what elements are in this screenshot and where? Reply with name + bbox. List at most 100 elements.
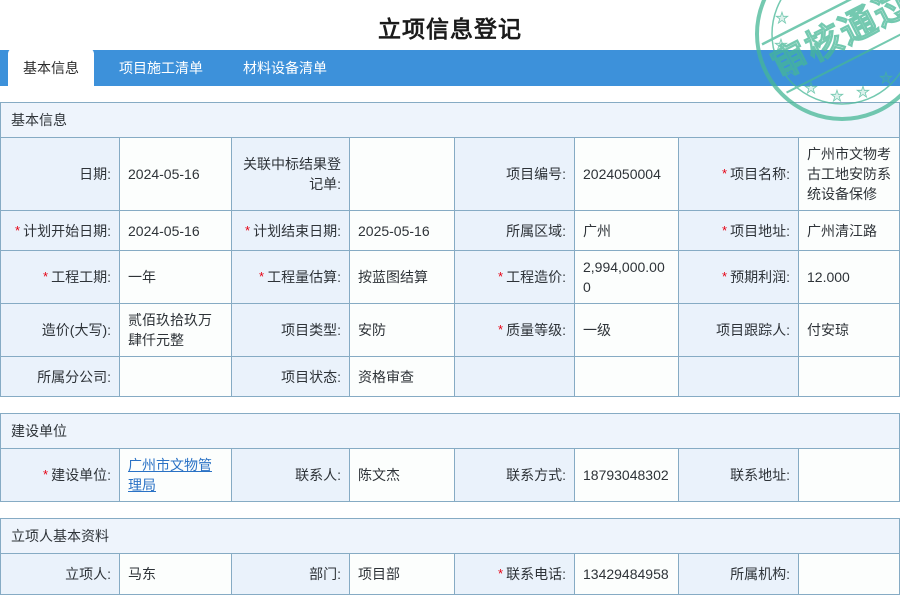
field-label-text: 计划结束日期: <box>253 221 341 241</box>
field-label: 造价(大写): <box>1 303 119 356</box>
tab-basic-info[interactable]: 基本信息 <box>8 48 94 87</box>
field-label: *计划开始日期: <box>1 210 119 250</box>
field-label-text: 所属机构: <box>730 564 790 584</box>
fields-grid: 立项人: 马东 部门: 项目部 *联系电话: 13429484958 所属机构: <box>1 554 899 594</box>
field-label <box>678 356 798 396</box>
field-label-text: 造价(大写): <box>42 320 111 340</box>
field-value <box>798 356 899 396</box>
field-label: *预期利润: <box>678 250 798 303</box>
field-label-text: 工程工期: <box>51 267 111 287</box>
field-value: 资格审查 <box>349 356 454 396</box>
field-value <box>574 356 678 396</box>
field-value: 2,994,000.000 <box>574 250 678 303</box>
field-value: 马东 <box>119 554 231 594</box>
field-label: 所属区域: <box>454 210 574 250</box>
field-value <box>349 138 454 210</box>
field-label: 项目状态: <box>231 356 349 396</box>
field-label: *建设单位: <box>1 449 119 501</box>
field-label: 联系地址: <box>678 449 798 501</box>
field-label: 项目类型: <box>231 303 349 356</box>
required-asterisk: * <box>722 221 727 241</box>
field-label-text: 联系电话: <box>506 564 566 584</box>
field-label: 项目编号: <box>454 138 574 210</box>
field-value: 安防 <box>349 303 454 356</box>
field-label: 日期: <box>1 138 119 210</box>
field-label-text: 计划开始日期: <box>23 221 111 241</box>
field-value: 12.000 <box>798 250 899 303</box>
field-label-text: 关联中标结果登记单: <box>240 154 341 194</box>
section-panel: 建设单位*建设单位:广州市文物管理局联系人:陈文杰联系方式:1879304830… <box>0 413 900 502</box>
field-value: 广州 <box>574 210 678 250</box>
fields-grid: *建设单位:广州市文物管理局联系人:陈文杰联系方式:18793048302联系地… <box>1 449 899 501</box>
field-label: *项目名称: <box>678 138 798 210</box>
required-asterisk: * <box>722 267 727 287</box>
field-value: 广州市文物考古工地安防系统设备保修 <box>798 138 899 210</box>
field-value: 一级 <box>574 303 678 356</box>
field-label: *工程造价: <box>454 250 574 303</box>
section-header: 建设单位 <box>1 414 899 449</box>
tab-construction-list[interactable]: 项目施工清单 <box>104 50 218 86</box>
field-label: 立项人: <box>1 554 119 594</box>
field-value: 13429484958 <box>574 554 678 594</box>
field-label-text: 项目跟踪人: <box>716 320 790 340</box>
section-panel: 立项人基本资料立项人: 马东 部门: 项目部 *联系电话: 13429484958 所属机构… <box>0 518 900 595</box>
required-asterisk: * <box>498 267 503 287</box>
field-value: 项目部 <box>349 554 454 594</box>
section-header: 基本信息 <box>1 103 899 138</box>
field-value <box>798 449 899 501</box>
field-value: 2024-05-16 <box>119 210 231 250</box>
section-panel: 基本信息日期: 2024-05-16关联中标结果登记单: 项目编号: 20240500… <box>0 102 900 397</box>
field-value: 2025-05-16 <box>349 210 454 250</box>
field-label-text: 联系方式: <box>506 465 566 485</box>
required-asterisk: * <box>722 164 727 184</box>
field-value: 2024050004 <box>574 138 678 210</box>
field-label: *工程工期: <box>1 250 119 303</box>
field-value <box>119 356 231 396</box>
field-label <box>454 356 574 396</box>
required-asterisk: * <box>43 465 48 485</box>
field-value: 广州清江路 <box>798 210 899 250</box>
page-title: 立项信息登记 <box>0 0 900 50</box>
field-label-text: 项目类型: <box>281 320 341 340</box>
field-label: *项目地址: <box>678 210 798 250</box>
field-value: 一年 <box>119 250 231 303</box>
field-label: 部门: <box>231 554 349 594</box>
required-asterisk: * <box>245 221 250 241</box>
required-asterisk: * <box>498 564 503 584</box>
field-value: 付安琼 <box>798 303 899 356</box>
field-value: 2024-05-16 <box>119 138 231 210</box>
field-label: *质量等级: <box>454 303 574 356</box>
field-label-text: 预期利润: <box>730 267 790 287</box>
field-label: 项目跟踪人: <box>678 303 798 356</box>
section-header: 立项人基本资料 <box>1 519 899 554</box>
construction-unit-link[interactable]: 广州市文物管理局 <box>128 455 223 495</box>
tab-bar: 基本信息 项目施工清单 材料设备清单 <box>0 50 900 86</box>
field-label: *计划结束日期: <box>231 210 349 250</box>
field-label-text: 日期: <box>79 164 111 184</box>
field-label: 联系方式: <box>454 449 574 501</box>
field-label: 关联中标结果登记单: <box>231 138 349 210</box>
field-value: 按蓝图结算 <box>349 250 454 303</box>
field-value: 陈文杰 <box>349 449 454 501</box>
field-label-text: 工程造价: <box>506 267 566 287</box>
field-label-text: 项目编号: <box>506 164 566 184</box>
field-value: 18793048302 <box>574 449 678 501</box>
field-label: 所属机构: <box>678 554 798 594</box>
field-label-text: 项目状态: <box>281 367 341 387</box>
field-label-text: 项目地址: <box>730 221 790 241</box>
field-label-text: 工程量估算: <box>267 267 341 287</box>
tab-material-equipment-list[interactable]: 材料设备清单 <box>228 50 342 86</box>
field-label-text: 项目名称: <box>730 164 790 184</box>
field-value: 贰佰玖拾玖万肆仟元整 <box>119 303 231 356</box>
field-label-text: 质量等级: <box>506 320 566 340</box>
field-label-text: 立项人: <box>65 564 111 584</box>
field-label-text: 所属分公司: <box>37 367 111 387</box>
field-label-text: 部门: <box>309 564 341 584</box>
field-label-text: 建设单位: <box>51 465 111 485</box>
field-label: 联系人: <box>231 449 349 501</box>
field-value <box>798 554 899 594</box>
page: 立项信息登记 基本信息 项目施工清单 材料设备清单 基本信息日期: 2024-05… <box>0 0 900 600</box>
field-label-text: 所属区域: <box>506 221 566 241</box>
form-content: 基本信息日期: 2024-05-16关联中标结果登记单: 项目编号: 20240500… <box>0 86 900 595</box>
field-label-text: 联系人: <box>295 465 341 485</box>
